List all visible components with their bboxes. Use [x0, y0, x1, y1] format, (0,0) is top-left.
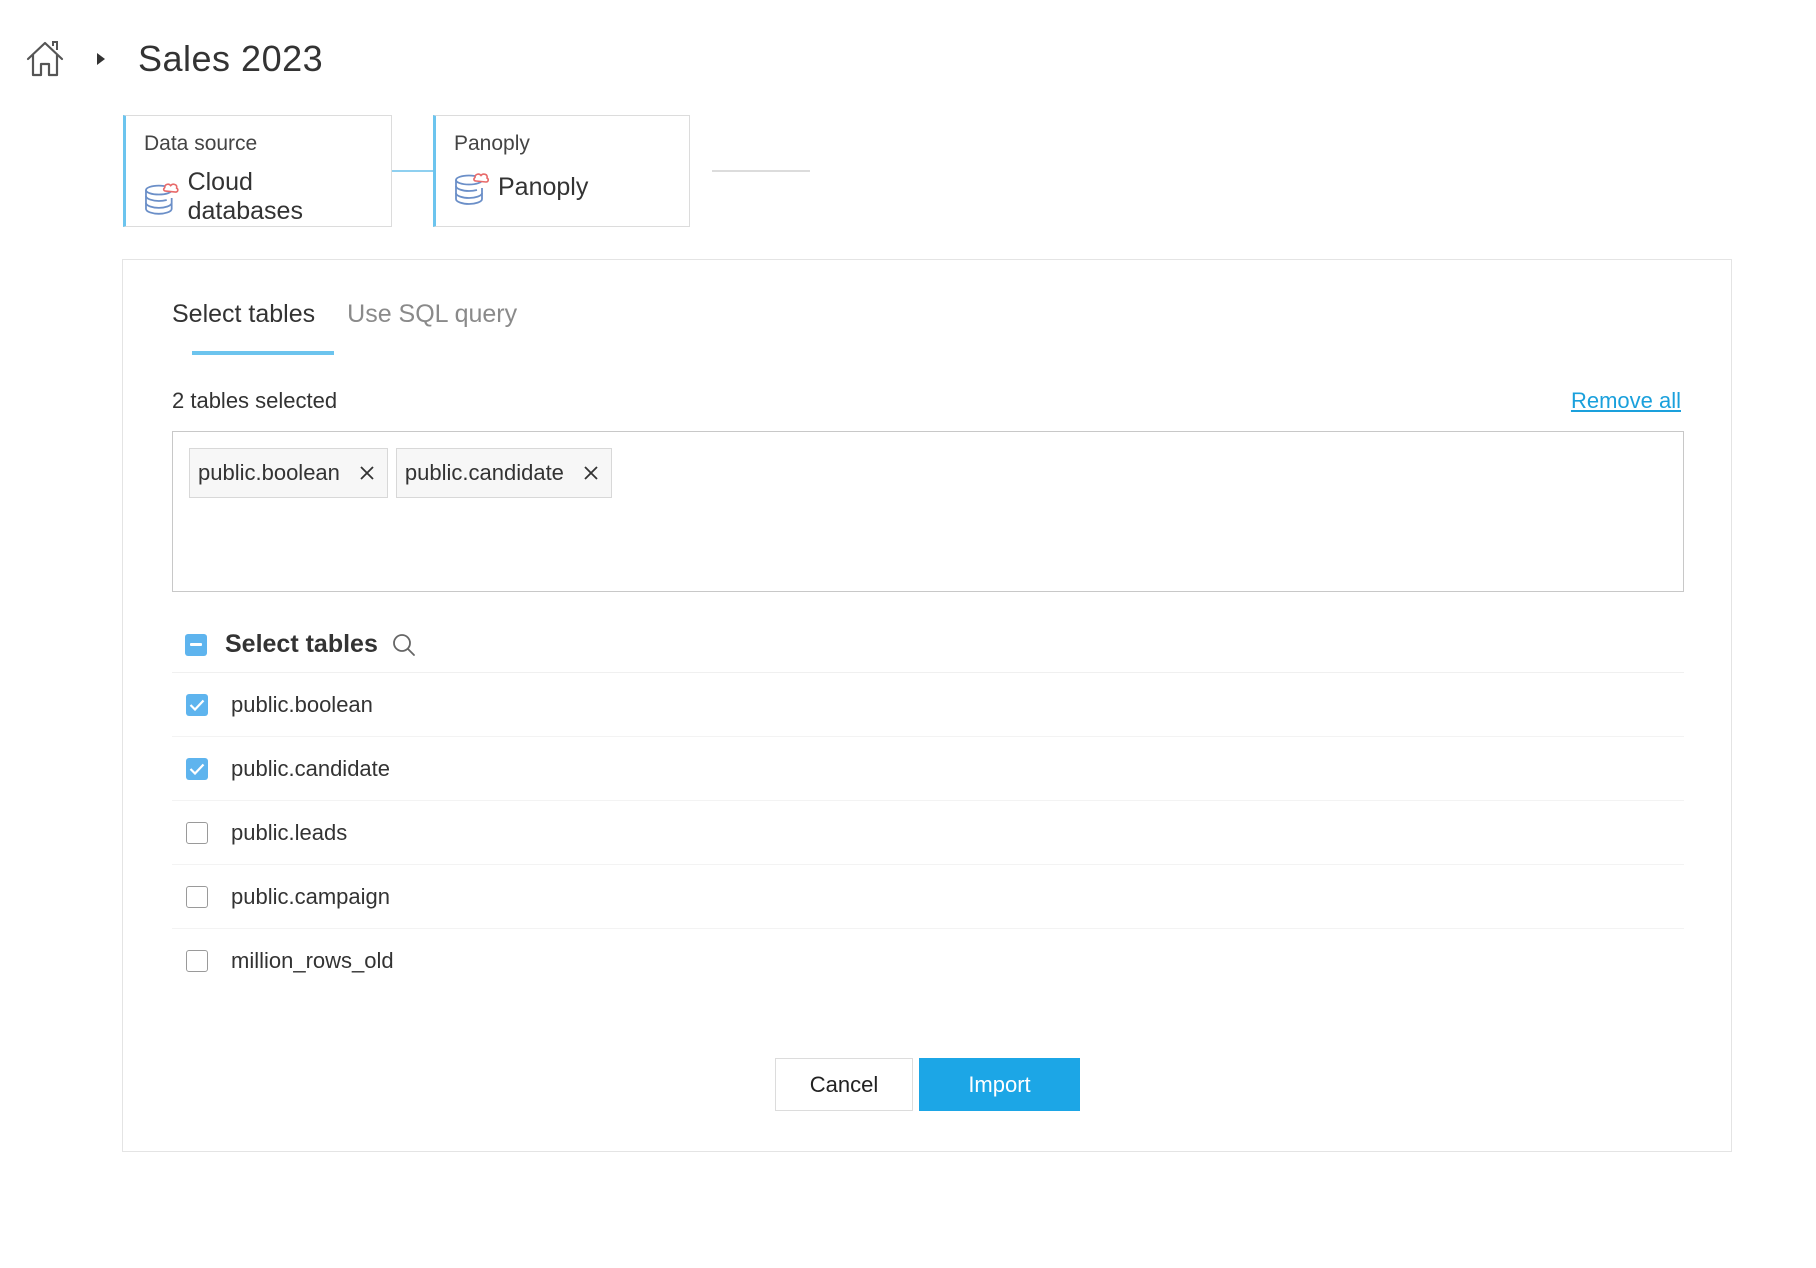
chip-label: public.boolean	[198, 460, 340, 485]
cancel-button[interactable]: Cancel	[775, 1058, 913, 1111]
pipeline-connector-end	[712, 170, 810, 172]
selected-count: 2 tables selected	[172, 388, 338, 413]
table-row[interactable]: public.boolean	[172, 673, 1684, 737]
pipeline-step-destination[interactable]: Panoply Panoply	[433, 115, 690, 227]
table-row[interactable]: public.campaign	[172, 865, 1684, 929]
home-icon[interactable]	[24, 38, 66, 80]
active-tab-indicator	[192, 351, 334, 355]
import-panel: Select tables Use SQL query 2 tables sel…	[122, 259, 1732, 1152]
step-value: Cloud databases	[187, 168, 303, 225]
step-label: Panoply	[454, 132, 530, 155]
search-icon[interactable]	[392, 632, 418, 658]
page-title: Sales 2023	[138, 38, 324, 79]
selected-chip: public.boolean	[189, 448, 388, 498]
tab-bar: Select tables Use SQL query	[172, 300, 549, 351]
table-list-header: Select tables	[172, 617, 1684, 673]
table-checkbox[interactable]	[186, 693, 208, 716]
select-all-checkbox[interactable]	[185, 633, 207, 656]
table-checkbox[interactable]	[186, 885, 208, 908]
header: Sales 2023	[24, 34, 323, 84]
table-row[interactable]: public.leads	[172, 801, 1684, 865]
pipeline-connector	[392, 170, 433, 172]
pipeline: Data source Cloud databases Panoply Pano…	[123, 114, 810, 228]
pipeline-step-data-source[interactable]: Data source Cloud databases	[123, 115, 392, 227]
step-value: Panoply	[498, 172, 589, 201]
caret-right-icon	[96, 52, 108, 66]
table-name: public.candidate	[231, 755, 391, 781]
table-row[interactable]: million_rows_old	[172, 929, 1684, 993]
table-checkbox[interactable]	[186, 950, 208, 972]
table-checkbox[interactable]	[186, 757, 208, 780]
table-checkbox[interactable]	[186, 821, 208, 844]
cloud-database-icon	[455, 173, 490, 205]
step-label: Data source	[144, 132, 258, 155]
import-button[interactable]: Import	[919, 1058, 1080, 1111]
cloud-database-icon	[145, 183, 179, 215]
tab-use-sql-query[interactable]: Use SQL query	[347, 300, 517, 351]
table-list: Select tables public.boolean public.cand…	[172, 617, 1684, 993]
dialog-actions: Cancel Import	[775, 1058, 1080, 1111]
selected-tables-box: public.boolean public.candidate	[172, 431, 1684, 592]
close-icon[interactable]	[356, 462, 378, 484]
table-name: public.leads	[231, 819, 348, 845]
selected-chip: public.candidate	[395, 448, 612, 498]
table-name: million_rows_old	[231, 948, 394, 973]
table-name: public.campaign	[231, 883, 390, 909]
chip-label: public.candidate	[404, 460, 564, 485]
table-name: public.boolean	[231, 691, 373, 717]
remove-all-link[interactable]: Remove all	[1571, 388, 1681, 414]
table-list-title: Select tables	[225, 630, 378, 658]
close-icon[interactable]	[580, 462, 602, 484]
table-row[interactable]: public.candidate	[172, 737, 1684, 801]
tab-select-tables[interactable]: Select tables	[172, 300, 315, 351]
